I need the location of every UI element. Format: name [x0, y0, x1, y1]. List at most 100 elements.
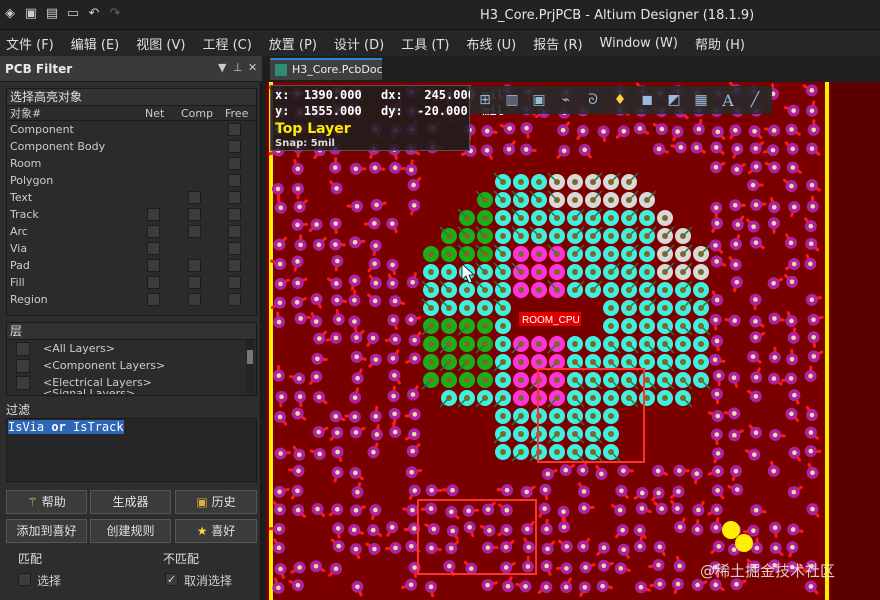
object-free-checkbox[interactable] — [228, 242, 241, 255]
select-icon[interactable]: ▣ — [528, 89, 550, 111]
object-net-checkbox[interactable] — [147, 293, 160, 306]
object-comp-checkbox[interactable] — [188, 208, 201, 221]
object-free-checkbox[interactable] — [228, 293, 241, 306]
menu-window[interactable]: Window (W) — [600, 36, 678, 51]
via-hole — [544, 563, 549, 569]
menu-reports[interactable]: 报告 (R) — [533, 34, 582, 53]
object-free-checkbox[interactable] — [228, 174, 241, 187]
pin-icon[interactable]: ⊥ — [233, 61, 243, 74]
redo-icon[interactable]: ↷ — [107, 6, 123, 22]
menu-tools[interactable]: 工具 (T) — [401, 34, 449, 53]
layer-scrollbar[interactable] — [246, 340, 254, 394]
pcb-canvas[interactable]: ROOM_CPU — [266, 82, 880, 600]
object-free-checkbox[interactable] — [228, 208, 241, 221]
via-hole — [771, 468, 777, 474]
layer-checkbox[interactable] — [16, 342, 30, 356]
via-hole — [333, 335, 339, 341]
object-net-checkbox[interactable] — [147, 208, 160, 221]
pin-icon[interactable]: ♦ — [609, 89, 631, 111]
line-icon[interactable]: ╱ — [744, 89, 766, 111]
object-comp-checkbox[interactable] — [188, 259, 201, 272]
via-hole — [696, 126, 702, 132]
bga-pad-hole — [554, 395, 560, 401]
bga-pad-hole — [482, 395, 488, 401]
layer-item[interactable]: <All Layers> — [7, 340, 256, 357]
layer-checkbox[interactable] — [16, 359, 30, 373]
object-free-checkbox[interactable] — [228, 276, 241, 289]
app-logo-icon[interactable]: ◈ — [2, 6, 18, 22]
interactive-route-icon[interactable]: ᘐ — [582, 89, 604, 111]
menu-place[interactable]: 放置 (P) — [269, 34, 317, 53]
document-tab[interactable]: H3_Core.PcbDoc — [270, 58, 383, 80]
via-hole — [336, 543, 341, 549]
object-free-checkbox[interactable] — [228, 225, 241, 238]
menu-view[interactable]: 视图 (V) — [136, 34, 185, 53]
add-favorite-button[interactable]: 添加到喜好 — [6, 519, 87, 543]
create-rule-button[interactable]: 创建规则 — [90, 519, 171, 543]
via-hole — [809, 182, 815, 188]
route-icon[interactable]: ⌁ — [555, 89, 577, 111]
via-hole — [351, 527, 357, 533]
via-hole — [753, 507, 759, 513]
builder-button[interactable]: 生成器 — [90, 490, 171, 514]
menu-route[interactable]: 布线 (U) — [466, 34, 516, 53]
help-button[interactable]: ⚚ 帮助 — [6, 490, 87, 514]
object-free-checkbox[interactable] — [228, 191, 241, 204]
object-comp-checkbox[interactable] — [188, 225, 201, 238]
bga-pad-hole — [662, 323, 668, 329]
nomatch-deselect-checkbox[interactable]: ✓ — [165, 573, 178, 586]
layer-item[interactable]: <Component Layers> — [7, 357, 256, 374]
menu-help[interactable]: 帮助 (H) — [695, 34, 745, 53]
object-comp-checkbox[interactable] — [188, 293, 201, 306]
bga-pad-hole — [482, 269, 488, 275]
via-hole — [373, 507, 378, 513]
via-hole — [810, 506, 815, 512]
bga-pad-hole — [446, 233, 452, 239]
object-free-checkbox[interactable] — [228, 123, 241, 136]
fill-icon[interactable]: ◼ — [636, 89, 658, 111]
bga-pad-hole — [608, 413, 614, 419]
scrollbar-thumb[interactable] — [247, 350, 253, 364]
via-hole — [733, 127, 738, 133]
pcb-board-view[interactable]: ROOM_CPU — [266, 82, 880, 600]
object-free-checkbox[interactable] — [228, 157, 241, 170]
save-icon[interactable]: ▣ — [23, 6, 39, 22]
menu-edit[interactable]: 编辑 (E) — [71, 34, 120, 53]
via-hole — [374, 432, 380, 437]
object-net-checkbox[interactable] — [147, 242, 160, 255]
arc-icon[interactable]: ◩ — [663, 89, 685, 111]
object-net-checkbox[interactable] — [147, 259, 160, 272]
chart-icon[interactable]: ▦ — [690, 89, 712, 111]
filter-icon[interactable]: ⊞ — [474, 89, 496, 111]
text-icon[interactable]: A — [717, 89, 739, 111]
object-free-checkbox[interactable] — [228, 140, 241, 153]
save-all-icon[interactable]: ▤ — [44, 6, 60, 22]
menu-project[interactable]: 工程 (C) — [202, 34, 251, 53]
favorites-button[interactable]: ★ 喜好 — [175, 519, 257, 543]
via-hole — [751, 528, 756, 533]
panel-menu-icon[interactable]: ▼ — [218, 61, 226, 74]
undo-icon[interactable]: ↶ — [86, 6, 102, 22]
object-net-checkbox[interactable] — [147, 225, 160, 238]
menu-file[interactable]: 文件 (F) — [6, 34, 54, 53]
layer-item[interactable]: <Signal Layers> — [7, 387, 256, 394]
menu-design[interactable]: 设计 (D) — [334, 34, 384, 53]
via-hole — [409, 167, 414, 173]
open-folder-icon[interactable]: ▭ — [65, 6, 81, 22]
object-comp-checkbox[interactable] — [188, 276, 201, 289]
via-hole — [390, 356, 396, 361]
close-icon[interactable]: ✕ — [248, 61, 257, 74]
bga-pad-hole — [500, 287, 506, 293]
object-comp-checkbox[interactable] — [188, 191, 201, 204]
object-free-checkbox[interactable] — [228, 259, 241, 272]
bga-pad-hole — [518, 431, 524, 437]
layer-checkbox[interactable] — [16, 376, 30, 390]
align-icon[interactable]: ▥ — [501, 89, 523, 111]
object-net-checkbox[interactable] — [147, 276, 160, 289]
object-label: Via — [10, 242, 28, 255]
bga-pad-hole — [500, 197, 506, 203]
filter-query-editor[interactable]: IsVia or IsTrack — [6, 418, 257, 482]
match-select-checkbox[interactable] — [18, 573, 31, 586]
via-hole — [504, 527, 509, 533]
history-button[interactable]: ▣ 历史 — [175, 490, 257, 514]
